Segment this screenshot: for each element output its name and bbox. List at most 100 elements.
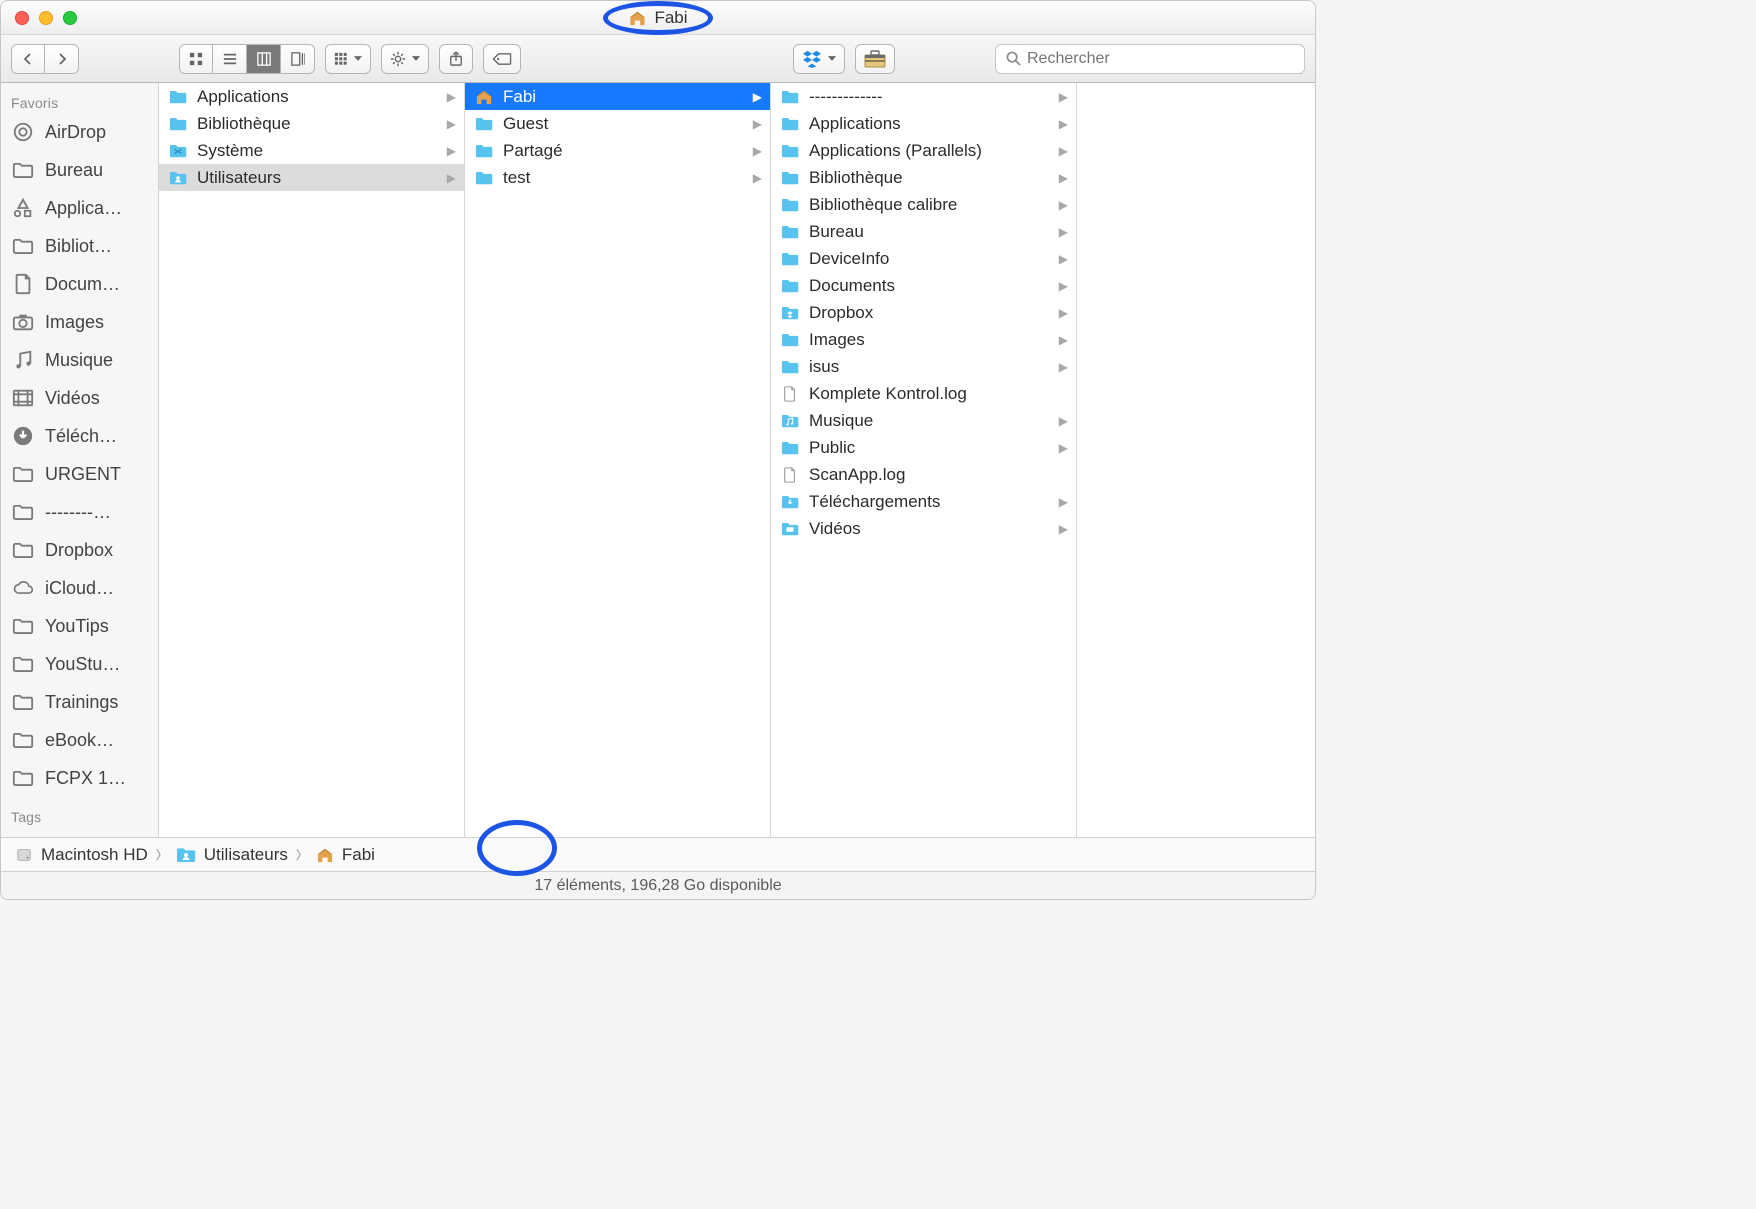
search-field[interactable] xyxy=(995,44,1305,74)
titlebar: Fabi xyxy=(1,1,1315,35)
folder-icon xyxy=(781,143,799,159)
disclosure-arrow-icon: ▶ xyxy=(1059,333,1068,347)
home-icon xyxy=(475,89,493,105)
file-row[interactable]: Utilisateurs▶ xyxy=(159,164,464,191)
file-row[interactable]: -------------▶ xyxy=(771,83,1076,110)
file-row[interactable]: DeviceInfo▶ xyxy=(771,245,1076,272)
sidebar-item[interactable]: iCloud… xyxy=(1,569,158,607)
window-title-text: Fabi xyxy=(654,8,687,28)
file-row-label: Partagé xyxy=(503,141,743,161)
camera-icon xyxy=(11,310,35,334)
path-crumb-label: Utilisateurs xyxy=(204,845,288,865)
back-button[interactable] xyxy=(11,44,45,74)
sidebar-item[interactable]: Dropbox xyxy=(1,531,158,569)
sidebar-item[interactable]: Téléch… xyxy=(1,417,158,455)
sidebar-item[interactable]: Trainings xyxy=(1,683,158,721)
disclosure-arrow-icon: ▶ xyxy=(1059,414,1068,428)
sidebar-item[interactable]: Applica… xyxy=(1,189,158,227)
sidebar-item-label: Bibliot… xyxy=(45,236,112,257)
group-by-menu[interactable] xyxy=(325,44,371,74)
dropbox-menu[interactable] xyxy=(793,44,845,74)
sidebar-item-label: YouTips xyxy=(45,616,109,637)
share-button[interactable] xyxy=(439,44,473,74)
disclosure-arrow-icon: ▶ xyxy=(753,171,762,185)
sidebar-item[interactable]: Images xyxy=(1,303,158,341)
tags-button[interactable] xyxy=(483,44,521,74)
file-row[interactable]: Dropbox▶ xyxy=(771,299,1076,326)
file-row[interactable]: test▶ xyxy=(465,164,770,191)
file-row[interactable]: Bibliothèque calibre▶ xyxy=(771,191,1076,218)
path-crumb-label: Macintosh HD xyxy=(41,845,148,865)
file-row[interactable]: Images▶ xyxy=(771,326,1076,353)
file-row[interactable]: Applications▶ xyxy=(771,110,1076,137)
view-icons-button[interactable] xyxy=(179,44,213,74)
sidebar-item-label: Téléch… xyxy=(45,426,117,447)
sidebar-item-label: iCloud… xyxy=(45,578,114,599)
view-columns-button[interactable] xyxy=(247,44,281,74)
sidebar-item[interactable]: eBook… xyxy=(1,721,158,759)
file-row[interactable]: Vidéos▶ xyxy=(771,515,1076,542)
file-row[interactable]: Komplete Kontrol.log xyxy=(771,380,1076,407)
file-row[interactable]: Applications▶ xyxy=(159,83,464,110)
file-row[interactable]: Partagé▶ xyxy=(465,137,770,164)
minimize-window-button[interactable] xyxy=(39,11,53,25)
sidebar-item[interactable]: YouTips xyxy=(1,607,158,645)
file-row[interactable]: Système▶ xyxy=(159,137,464,164)
share-icon xyxy=(449,51,463,67)
sidebar-item[interactable]: YouStu… xyxy=(1,645,158,683)
sidebar-item[interactable]: FCPX 1… xyxy=(1,759,158,797)
file-row[interactable]: isus▶ xyxy=(771,353,1076,380)
path-crumb-1[interactable]: Utilisateurs xyxy=(176,845,288,865)
file-row[interactable]: Bibliothèque▶ xyxy=(771,164,1076,191)
file-row[interactable]: ScanApp.log xyxy=(771,461,1076,488)
path-crumb-2[interactable]: Fabi xyxy=(316,845,375,865)
sidebar-item[interactable]: URGENT xyxy=(1,455,158,493)
close-window-button[interactable] xyxy=(15,11,29,25)
zoom-window-button[interactable] xyxy=(63,11,77,25)
sidebar-item[interactable]: Bureau xyxy=(1,151,158,189)
sidebar-item[interactable]: --------… xyxy=(1,493,158,531)
disclosure-arrow-icon: ▶ xyxy=(1059,279,1068,293)
file-row[interactable]: Bibliothèque▶ xyxy=(159,110,464,137)
sidebar-item[interactable]: Docum… xyxy=(1,265,158,303)
folder-icon xyxy=(781,170,799,186)
file-row[interactable]: Téléchargements▶ xyxy=(771,488,1076,515)
disclosure-arrow-icon: ▶ xyxy=(1059,117,1068,131)
file-row-label: Système xyxy=(197,141,437,161)
action-menu[interactable] xyxy=(381,44,429,74)
folder-grey-icon xyxy=(11,234,35,258)
folder-grey-icon xyxy=(11,766,35,790)
path-sep: 〉 xyxy=(156,846,168,863)
folder-users-icon xyxy=(169,170,187,186)
path-crumb-0[interactable]: Macintosh HD xyxy=(15,845,148,865)
disclosure-arrow-icon: ▶ xyxy=(1059,225,1068,239)
file-row[interactable]: Fabi▶ xyxy=(465,83,770,110)
column-0: Applications▶Bibliothèque▶Système▶Utilis… xyxy=(159,83,465,837)
disclosure-arrow-icon: ▶ xyxy=(1059,90,1068,104)
sidebar-item[interactable]: Musique xyxy=(1,341,158,379)
file-row[interactable]: Applications (Parallels)▶ xyxy=(771,137,1076,164)
sidebar-item[interactable]: Vidéos xyxy=(1,379,158,417)
path-sep: 〉 xyxy=(296,846,308,863)
view-list-button[interactable] xyxy=(213,44,247,74)
sidebar-item[interactable]: AirDrop xyxy=(1,113,158,151)
body: Favoris AirDropBureauApplica…Bibliot…Doc… xyxy=(1,83,1315,837)
file-row[interactable]: Musique▶ xyxy=(771,407,1076,434)
sidebar-item-label: Dropbox xyxy=(45,540,113,561)
folder-grey-icon xyxy=(11,158,35,182)
file-row-label: DeviceInfo xyxy=(809,249,1049,269)
tag-icon xyxy=(492,53,512,65)
chevron-left-icon xyxy=(22,53,34,65)
file-row[interactable]: Documents▶ xyxy=(771,272,1076,299)
sidebar-item[interactable]: Bibliot… xyxy=(1,227,158,265)
gallery-icon xyxy=(291,52,305,66)
file-row[interactable]: Bureau▶ xyxy=(771,218,1076,245)
toolbox-button[interactable] xyxy=(855,44,895,74)
search-input[interactable] xyxy=(1027,50,1294,68)
file-row[interactable]: Public▶ xyxy=(771,434,1076,461)
view-gallery-button[interactable] xyxy=(281,44,315,74)
file-row[interactable]: Guest▶ xyxy=(465,110,770,137)
forward-button[interactable] xyxy=(45,44,79,74)
hd-icon xyxy=(15,847,33,863)
disclosure-arrow-icon: ▶ xyxy=(1059,171,1068,185)
